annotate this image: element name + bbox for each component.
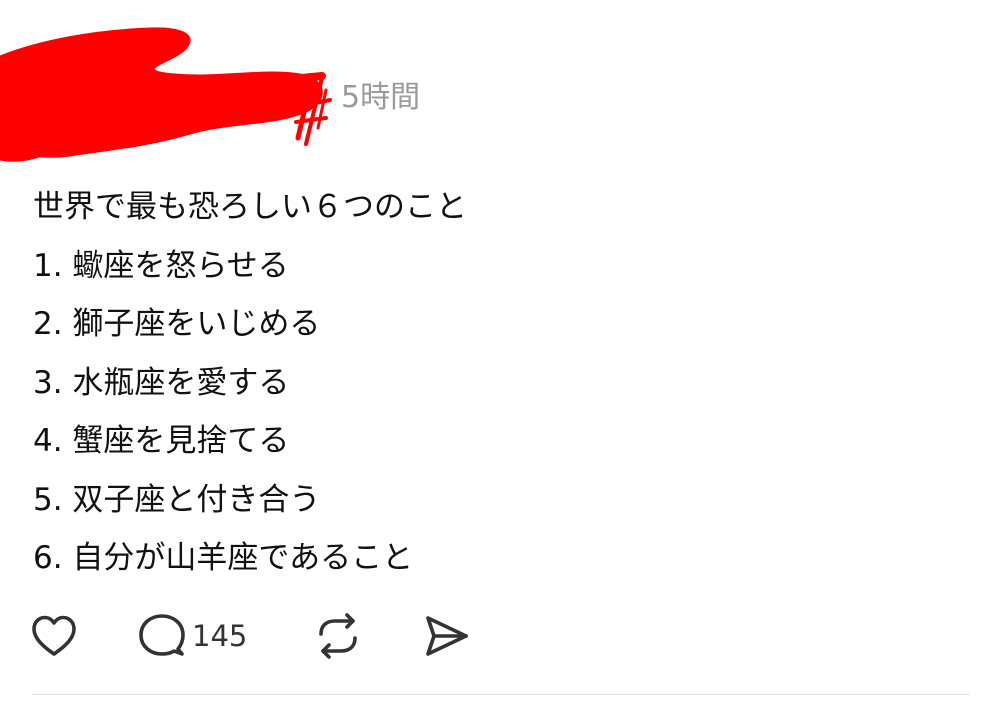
reply-count: 145 [192, 619, 248, 653]
post-list-item-6: 6. 自分が山羊座であること [33, 540, 414, 576]
send-icon [426, 616, 468, 656]
redacted-username-scribble [0, 27, 332, 162]
post-divider [32, 694, 970, 695]
repost-arrows-icon [319, 613, 357, 659]
post-list-item-5: 5. 双子座と付き合う [33, 481, 321, 518]
like-button[interactable] [30, 610, 78, 662]
post-list-item-1: 1. 蠍座を怒らせる [33, 247, 289, 284]
share-button[interactable] [422, 610, 470, 662]
post-timestamp: 5時間 [341, 80, 421, 115]
speech-bubble-icon [139, 614, 185, 656]
post-list-item-4: 4. 蟹座を見捨てる [33, 423, 290, 459]
heart-icon [32, 615, 76, 656]
post-list-item-3: 3. 水瓶座を愛する [33, 364, 290, 401]
post-title-line: 世界で最も恐ろしい６つのこと [33, 189, 467, 225]
repost-button[interactable] [313, 610, 363, 662]
post-action-bar: 145 [30, 610, 530, 662]
post-body: 世界で最も恐ろしい６つのこと 1. 蠍座を怒らせる 2. 獅子座をいじめる 3.… [33, 178, 973, 588]
post-list-item-2: 2. 獅子座をいじめる [33, 306, 321, 342]
reply-button[interactable]: 145 [138, 610, 247, 662]
